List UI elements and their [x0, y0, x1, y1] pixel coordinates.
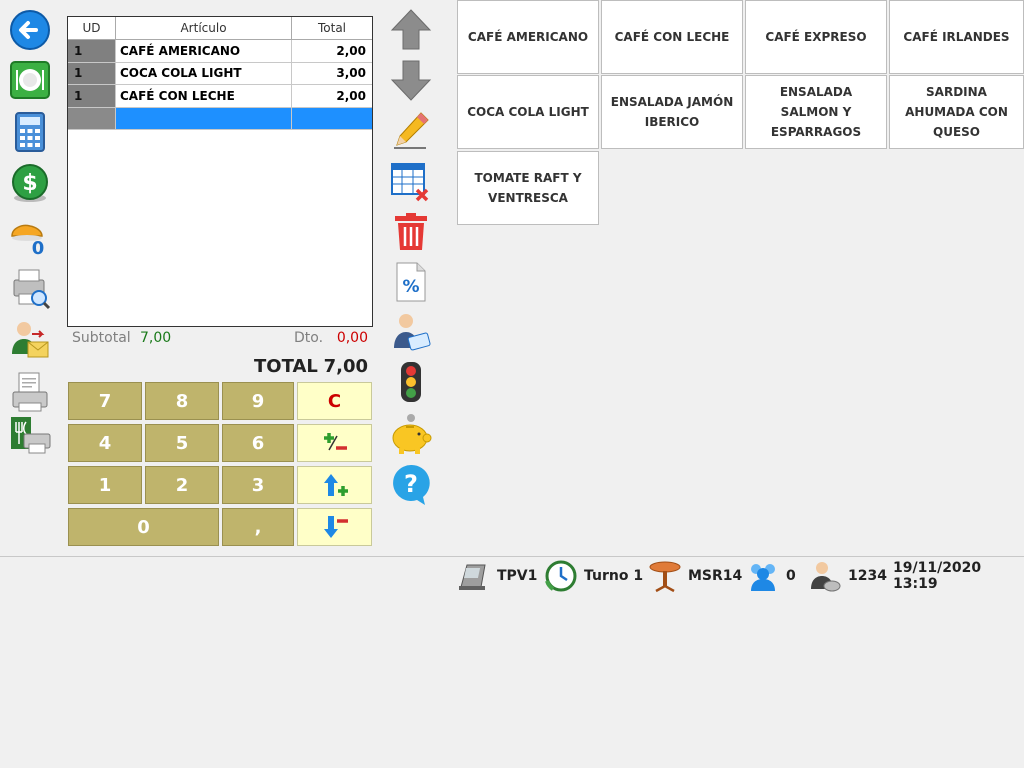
plus-minus-icon: [323, 433, 347, 451]
key-9[interactable]: 9: [222, 382, 294, 420]
row-ud: 1: [68, 40, 116, 62]
table-status: MSR14: [648, 558, 742, 594]
key-0[interactable]: 0: [68, 508, 219, 546]
product-button[interactable]: CAFÉ EXPRESO: [745, 0, 887, 74]
header-articulo: Artículo: [116, 17, 292, 39]
product-button[interactable]: SARDINA AHUMADA CON QUESO: [889, 75, 1024, 149]
subtotal-value: 7,00: [140, 330, 172, 346]
key-plus-minus[interactable]: [297, 424, 372, 462]
pos-terminal-icon: [459, 564, 486, 590]
discount-label: Dto.: [294, 330, 324, 346]
send-order-icon[interactable]: [8, 318, 52, 362]
status-divider: [0, 556, 1024, 557]
numeric-keypad: 7 8 9 C 4 5 6 1 2 3 0 ,: [68, 382, 373, 548]
discount-icon[interactable]: %: [389, 260, 433, 304]
table-row[interactable]: 1 COCA COLA LIGHT 3,00: [68, 62, 372, 85]
back-arrow-icon[interactable]: [8, 8, 52, 52]
help-icon[interactable]: ?: [389, 462, 433, 506]
key-6[interactable]: 6: [222, 424, 294, 462]
discount-value: 0,00: [336, 330, 368, 346]
piggy-bank-icon[interactable]: [389, 412, 433, 456]
table-icon: [649, 561, 681, 593]
key-8[interactable]: 8: [145, 382, 219, 420]
total-value: 7,00: [323, 356, 368, 377]
product-button[interactable]: COCA COLA LIGHT: [457, 75, 599, 149]
calculator-icon[interactable]: [8, 110, 52, 154]
diners-icon: [751, 564, 775, 591]
order-table: UD Artículo Total 1 CAFÉ AMERICANO 2,00 …: [67, 16, 373, 327]
kitchen-print-icon[interactable]: [8, 414, 52, 458]
row-total: 3,00: [336, 66, 366, 81]
key-comma[interactable]: ,: [222, 508, 294, 546]
order-table-header: UD Artículo Total: [68, 17, 372, 40]
key-3[interactable]: 3: [222, 466, 294, 504]
table-row[interactable]: 1 CAFÉ AMERICANO 2,00: [68, 40, 372, 63]
arrow-up-plus-icon: [323, 474, 348, 496]
user-code: 1234: [848, 568, 887, 584]
total-row: TOTAL 7,00: [200, 356, 372, 380]
datetime-status: 19/11/2020 13:19: [893, 558, 1024, 594]
table-row[interactable]: 1 CAFÉ CON LECHE 2,00: [68, 85, 372, 108]
product-button[interactable]: CAFÉ CON LECHE: [601, 0, 743, 74]
row-articulo: CAFÉ AMERICANO: [116, 40, 292, 62]
terminal-status: TPV1: [457, 558, 537, 594]
client-card-icon[interactable]: [389, 310, 433, 354]
traffic-light-icon[interactable]: [389, 360, 433, 404]
print-ticket-icon[interactable]: [8, 370, 52, 414]
diners-count: 0: [786, 568, 796, 584]
subtotal-label: Subtotal: [72, 330, 131, 346]
user-status: 1234: [808, 558, 887, 594]
svg-text:?: ?: [404, 470, 418, 498]
diners-status: 0: [746, 558, 796, 594]
product-button[interactable]: CAFÉ IRLANDES: [889, 0, 1024, 74]
cash-icon[interactable]: $: [8, 162, 52, 206]
row-total: 2,00: [336, 43, 366, 58]
table-row-new-selected[interactable]: [68, 107, 372, 130]
header-total: Total: [317, 21, 347, 35]
delete-line-icon[interactable]: [389, 160, 433, 204]
terminal-label: TPV1: [497, 568, 538, 584]
status-bar: TPV1 Turno 1 MSR14 0 1234 19/11/2020 13:…: [0, 558, 1024, 594]
row-articulo: [116, 107, 292, 129]
total-label: TOTAL: [254, 356, 318, 377]
arrow-down-minus-icon: [323, 516, 348, 538]
product-button[interactable]: ENSALADA JAMÓN IBERICO: [601, 75, 743, 149]
product-button[interactable]: TOMATE RAFT Y VENTRESCA: [457, 151, 599, 225]
svg-text:$: $: [22, 171, 37, 196]
header-ud: UD: [68, 17, 116, 39]
key-increase[interactable]: [297, 466, 372, 504]
shift-status: Turno 1: [544, 558, 643, 594]
print-preview-icon[interactable]: [8, 266, 52, 310]
key-7[interactable]: 7: [68, 382, 142, 420]
product-button[interactable]: CAFÉ AMERICANO: [457, 0, 599, 74]
pencil-icon[interactable]: [389, 108, 433, 152]
clock-icon: [545, 560, 577, 592]
row-ud: 1: [68, 85, 116, 107]
key-2[interactable]: 2: [145, 466, 219, 504]
key-5[interactable]: 5: [145, 424, 219, 462]
tables-icon[interactable]: [8, 58, 52, 102]
key-clear[interactable]: C: [297, 382, 372, 420]
row-ud: 1: [68, 62, 116, 84]
shift-label: Turno 1: [584, 568, 644, 584]
row-articulo: COCA COLA LIGHT: [116, 62, 292, 84]
arrow-up-icon[interactable]: [389, 8, 433, 52]
key-1[interactable]: 1: [68, 466, 142, 504]
table-label: MSR14: [688, 568, 743, 584]
trash-icon[interactable]: [389, 210, 433, 254]
key-4[interactable]: 4: [68, 424, 142, 462]
row-ud: [68, 107, 116, 129]
svg-text:%: %: [402, 277, 419, 297]
user-icon: [811, 562, 841, 592]
takeaway-icon[interactable]: 0: [8, 214, 52, 258]
product-button[interactable]: ENSALADA SALMON Y ESPARRAGOS: [745, 75, 887, 149]
svg-text:0: 0: [32, 238, 45, 258]
row-total: 2,00: [336, 88, 366, 103]
row-total: [292, 107, 372, 129]
row-articulo: CAFÉ CON LECHE: [116, 85, 292, 107]
key-decrease[interactable]: [297, 508, 372, 546]
arrow-down-icon[interactable]: [389, 58, 433, 102]
subtotal-row: Subtotal 7,00 Dto. 0,00: [72, 330, 372, 350]
datetime-label: 19/11/2020 13:19: [893, 560, 982, 592]
